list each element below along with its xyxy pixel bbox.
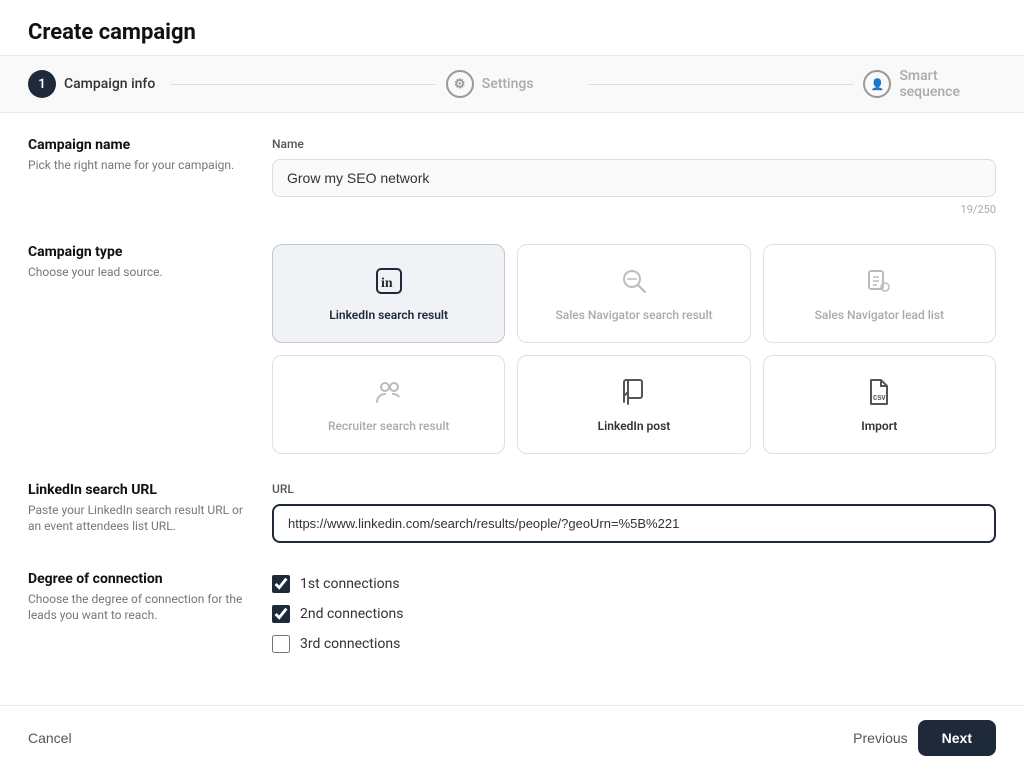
page-wrapper: Create campaign 1 Campaign info ⚙ Settin… [0, 0, 1024, 770]
campaign-name-input[interactable] [272, 159, 996, 197]
first-connection-checkbox[interactable] [272, 575, 290, 593]
sales-nav-search-label: Sales Navigator search result [555, 307, 712, 324]
step-label-campaign-info: Campaign info [64, 76, 155, 92]
campaign-type-heading: Campaign type [28, 244, 248, 260]
step-icon-settings: ⚙ [446, 70, 474, 98]
degree-section: Degree of connection Choose the degree o… [28, 571, 996, 653]
third-connection-label[interactable]: 3rd connections [300, 636, 400, 652]
campaign-type-desc: Choose your lead source. [28, 264, 248, 281]
recruiter-search-label: Recruiter search result [328, 418, 449, 435]
degree-label: Degree of connection Choose the degree o… [28, 571, 248, 625]
name-field-label: Name [272, 137, 996, 151]
first-connection-label[interactable]: 1st connections [300, 576, 400, 592]
step-smart-sequence: 👤 Smart sequence [863, 68, 996, 100]
sales-nav-lead-icon [861, 263, 897, 299]
import-icon: CSV [861, 374, 897, 410]
svg-text:CSV: CSV [873, 395, 886, 403]
step-campaign-info: 1 Campaign info [28, 70, 161, 98]
linkedin-search-label: LinkedIn search result [329, 307, 448, 324]
connection-checkboxes: 1st connections 2nd connections 3rd conn… [272, 575, 996, 653]
type-sales-nav-lead[interactable]: Sales Navigator lead list [763, 244, 996, 343]
cancel-button[interactable]: Cancel [28, 730, 72, 746]
recruiter-search-icon [371, 374, 407, 410]
campaign-type-content: in LinkedIn search result [272, 244, 996, 454]
campaign-type-section: Campaign type Choose your lead source. i… [28, 244, 996, 454]
step-label-smart-sequence: Smart sequence [899, 68, 996, 100]
campaign-name-section: Campaign name Pick the right name for yo… [28, 137, 996, 216]
char-count: 19/250 [272, 203, 996, 216]
type-recruiter-search[interactable]: Recruiter search result [272, 355, 505, 454]
type-import[interactable]: CSV Import [763, 355, 996, 454]
degree-heading: Degree of connection [28, 571, 248, 587]
type-linkedin-search[interactable]: in LinkedIn search result [272, 244, 505, 343]
step-icon-smart-sequence: 👤 [863, 70, 891, 98]
campaign-type-grid: in LinkedIn search result [272, 244, 996, 454]
linkedin-url-desc: Paste your LinkedIn search result URL or… [28, 502, 248, 536]
linkedin-url-label: LinkedIn search URL Paste your LinkedIn … [28, 482, 248, 536]
form-content: Campaign name Pick the right name for yo… [0, 113, 1024, 705]
step-divider-1 [171, 84, 436, 85]
page-title: Create campaign [28, 20, 996, 45]
first-connection-row: 1st connections [272, 575, 996, 593]
degree-desc: Choose the degree of connection for the … [28, 591, 248, 625]
linkedin-url-heading: LinkedIn search URL [28, 482, 248, 498]
campaign-name-desc: Pick the right name for your campaign. [28, 157, 248, 174]
next-button[interactable]: Next [918, 720, 996, 756]
campaign-name-content: Name 19/250 [272, 137, 996, 216]
third-connection-row: 3rd connections [272, 635, 996, 653]
stepper: 1 Campaign info ⚙ Settings 👤 Smart seque… [0, 55, 1024, 113]
svg-text:in: in [381, 276, 393, 291]
step-icon-campaign-info: 1 [28, 70, 56, 98]
third-connection-checkbox[interactable] [272, 635, 290, 653]
url-field-label: URL [272, 482, 996, 496]
step-settings: ⚙ Settings [446, 70, 579, 98]
footer-right: Previous Next [853, 720, 996, 756]
page-header: Create campaign [0, 0, 1024, 55]
linkedin-url-section: LinkedIn search URL Paste your LinkedIn … [28, 482, 996, 543]
campaign-name-label: Campaign name Pick the right name for yo… [28, 137, 248, 174]
linkedin-search-icon: in [371, 263, 407, 299]
linkedin-post-icon [616, 374, 652, 410]
type-linkedin-post[interactable]: LinkedIn post [517, 355, 750, 454]
page-footer: Cancel Previous Next [0, 705, 1024, 770]
linkedin-url-content: URL [272, 482, 996, 543]
step-label-settings: Settings [482, 76, 534, 92]
linkedin-post-label: LinkedIn post [598, 418, 671, 435]
second-connection-checkbox[interactable] [272, 605, 290, 623]
step-divider-2 [588, 84, 853, 85]
sales-nav-search-icon [616, 263, 652, 299]
sales-nav-lead-label: Sales Navigator lead list [815, 307, 944, 324]
previous-button[interactable]: Previous [853, 730, 907, 746]
campaign-type-label: Campaign type Choose your lead source. [28, 244, 248, 281]
degree-content: 1st connections 2nd connections 3rd conn… [272, 571, 996, 653]
url-input[interactable] [272, 504, 996, 543]
import-label: Import [861, 418, 897, 435]
campaign-name-heading: Campaign name [28, 137, 248, 153]
second-connection-label[interactable]: 2nd connections [300, 606, 403, 622]
type-sales-nav-search[interactable]: Sales Navigator search result [517, 244, 750, 343]
second-connection-row: 2nd connections [272, 605, 996, 623]
